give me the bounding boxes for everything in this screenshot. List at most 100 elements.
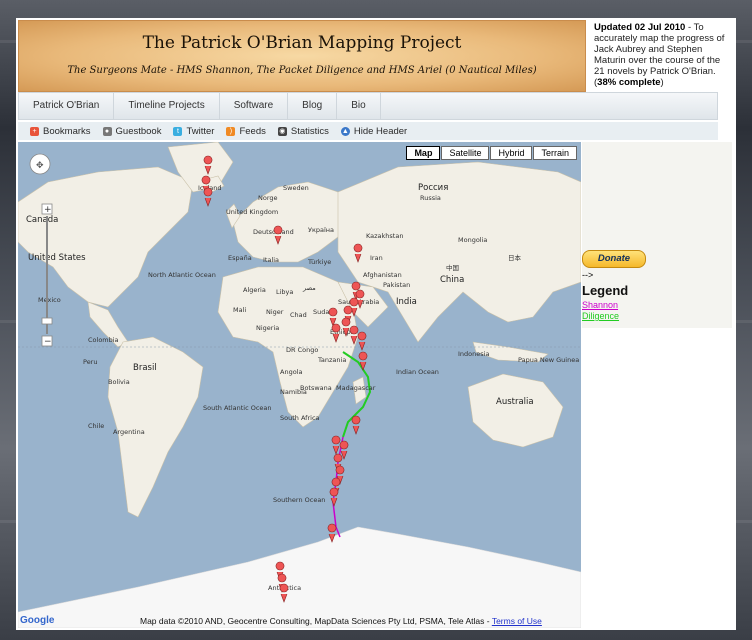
nav-bio[interactable]: Bio [337, 93, 381, 119]
map-label-peru: Peru [83, 358, 97, 366]
map-label-mongolia: Mongolia [458, 236, 487, 244]
map-label-dr-congo: DR Congo [286, 346, 318, 354]
link-hide-header[interactable]: ▲ Hide Header [340, 126, 407, 137]
map-label-niger: Niger [266, 308, 284, 316]
svg-text:✥: ✥ [36, 161, 44, 171]
map-marker [331, 435, 341, 455]
map-label-botswana: Botswana [300, 384, 332, 392]
map-label-russia: Россия [418, 183, 448, 193]
up-arrow-icon: ▲ [340, 126, 350, 136]
svg-text:+: + [44, 205, 52, 215]
map-label-japan: 日本 [508, 253, 522, 262]
map-type-satellite[interactable]: Satellite [441, 146, 490, 160]
donate-button[interactable]: Donate [582, 250, 646, 268]
map-attribution: Map data ©2010 AND, Geocentre Consulting… [140, 616, 542, 626]
nav-blog[interactable]: Blog [288, 93, 338, 119]
map-label-indonesia: Indonesia [458, 350, 489, 358]
map-marker [351, 415, 361, 435]
map-type-selector: Map Satellite Hybrid Terrain [405, 146, 577, 160]
map-type-hybrid[interactable]: Hybrid [490, 146, 533, 160]
map-label-argentina: Argentina [113, 428, 145, 436]
map-label-canada: Canada [26, 215, 58, 225]
page: The Patrick O'Brian Mapping Project The … [16, 18, 736, 630]
map-marker [357, 331, 367, 351]
map-label-us: United States [28, 253, 86, 263]
map-label-russia-en: Russia [420, 194, 441, 202]
link-bookmarks[interactable]: + Bookmarks [30, 126, 91, 137]
link-label: Bookmarks [43, 125, 91, 137]
world-map[interactable]: Canada United States Mexico North Atlant… [18, 142, 581, 628]
terms-of-use-link[interactable]: Terms of Use [492, 616, 542, 626]
twitter-icon: t [173, 126, 183, 136]
header-banner: The Patrick O'Brian Mapping Project The … [18, 20, 586, 92]
link-guestbook[interactable]: ● Guestbook [102, 125, 162, 137]
map-label-turkiye: Türkiye [307, 258, 331, 266]
map-label-north-atlantic: North Atlantic Ocean [148, 271, 216, 279]
map-label-mexico: Mexico [38, 296, 61, 304]
page-subtitle: The Surgeons Mate - HMS Shannon, The Pac… [67, 65, 537, 76]
link-label: Twitter [186, 125, 215, 137]
map-label-south-africa: South Africa [280, 414, 320, 422]
link-twitter[interactable]: t Twitter [173, 126, 214, 137]
link-label: Feeds [239, 125, 266, 137]
google-logo: Google [20, 615, 55, 626]
map-label-tanzania: Tanzania [317, 356, 346, 364]
map-label-southern-ocean: Southern Ocean [273, 496, 325, 504]
link-label: Guestbook [115, 125, 162, 137]
plus-icon: + [30, 126, 39, 136]
nav-patrick-obrian[interactable]: Patrick O'Brian [19, 93, 115, 119]
map-label-germany: Deutschland [253, 228, 294, 236]
map-label-iran: Iran [370, 254, 383, 262]
attribution-text: Map data ©2010 AND, Geocentre Consulting… [140, 616, 492, 626]
map-label-madagascar: Madagascar [336, 384, 376, 392]
map-label-kazakhstan: Kazakhstan [366, 232, 403, 240]
map-label-australia: Australia [496, 397, 534, 407]
legend-title: Legend [582, 283, 629, 298]
map-label-egypt: مصر [302, 284, 316, 292]
map-label-india: India [396, 297, 417, 307]
sidebar: Donate --> Legend Shannon Diligence [582, 142, 732, 328]
link-statistics[interactable]: ◉ Statistics [277, 126, 329, 137]
map-label-uk: United Kingdom [226, 208, 278, 216]
rss-icon: ) [226, 126, 236, 136]
map-label-colombia: Colombia [88, 336, 119, 344]
update-close: ) [660, 77, 664, 88]
map-type-terrain[interactable]: Terrain [533, 146, 577, 160]
map-label-bolivia: Bolivia [108, 378, 130, 386]
map-label-chile: Chile [88, 422, 104, 430]
link-feeds[interactable]: ) Feeds [226, 125, 266, 137]
land-europe [232, 181, 349, 263]
map-label-south-atlantic: South Atlantic Ocean [203, 404, 272, 412]
map-label-italia: Italia [263, 256, 279, 264]
update-percent: 38% complete [597, 77, 661, 88]
map-label-angola: Angola [280, 368, 302, 376]
map-label-china-cn: 中国 [446, 263, 459, 272]
stats-icon: ◉ [277, 126, 287, 136]
map-label-libya: Libya [276, 288, 293, 296]
land-australia [467, 373, 564, 448]
map-type-map[interactable]: Map [406, 146, 441, 160]
sidebar-arrow: --> [582, 270, 594, 280]
map-label-sweden: Sweden [283, 184, 309, 192]
update-date: Updated 02 Jul 2010 [594, 22, 686, 33]
legend-diligence[interactable]: Diligence [582, 311, 619, 321]
map-label-norge: Norge [258, 194, 278, 202]
map-label-mali: Mali [233, 306, 246, 314]
map-label-algeria: Algeria [243, 286, 266, 294]
map-label-ukraine: Україна [308, 226, 334, 234]
map-marker [203, 187, 213, 207]
update-note: Updated 02 Jul 2010 - To accurately map … [590, 20, 730, 90]
land-north-america [18, 166, 194, 308]
legend-shannon[interactable]: Shannon [582, 300, 618, 310]
map-label-china: China [440, 275, 464, 285]
map-marker [358, 351, 368, 371]
user-icon: ● [102, 126, 112, 136]
main-nav: Patrick O'Brian Timeline Projects Softwa… [18, 92, 718, 120]
map-label-chad: Chad [290, 311, 307, 319]
map-label-png: Papua New Guinea [518, 356, 579, 364]
map-label-nigeria: Nigeria [256, 324, 279, 332]
nav-software[interactable]: Software [220, 93, 289, 119]
map-label-indian-ocean: Indian Ocean [396, 368, 439, 376]
nav-timeline-projects[interactable]: Timeline Projects [114, 93, 220, 119]
map-canvas: Canada United States Mexico North Atlant… [18, 142, 581, 628]
